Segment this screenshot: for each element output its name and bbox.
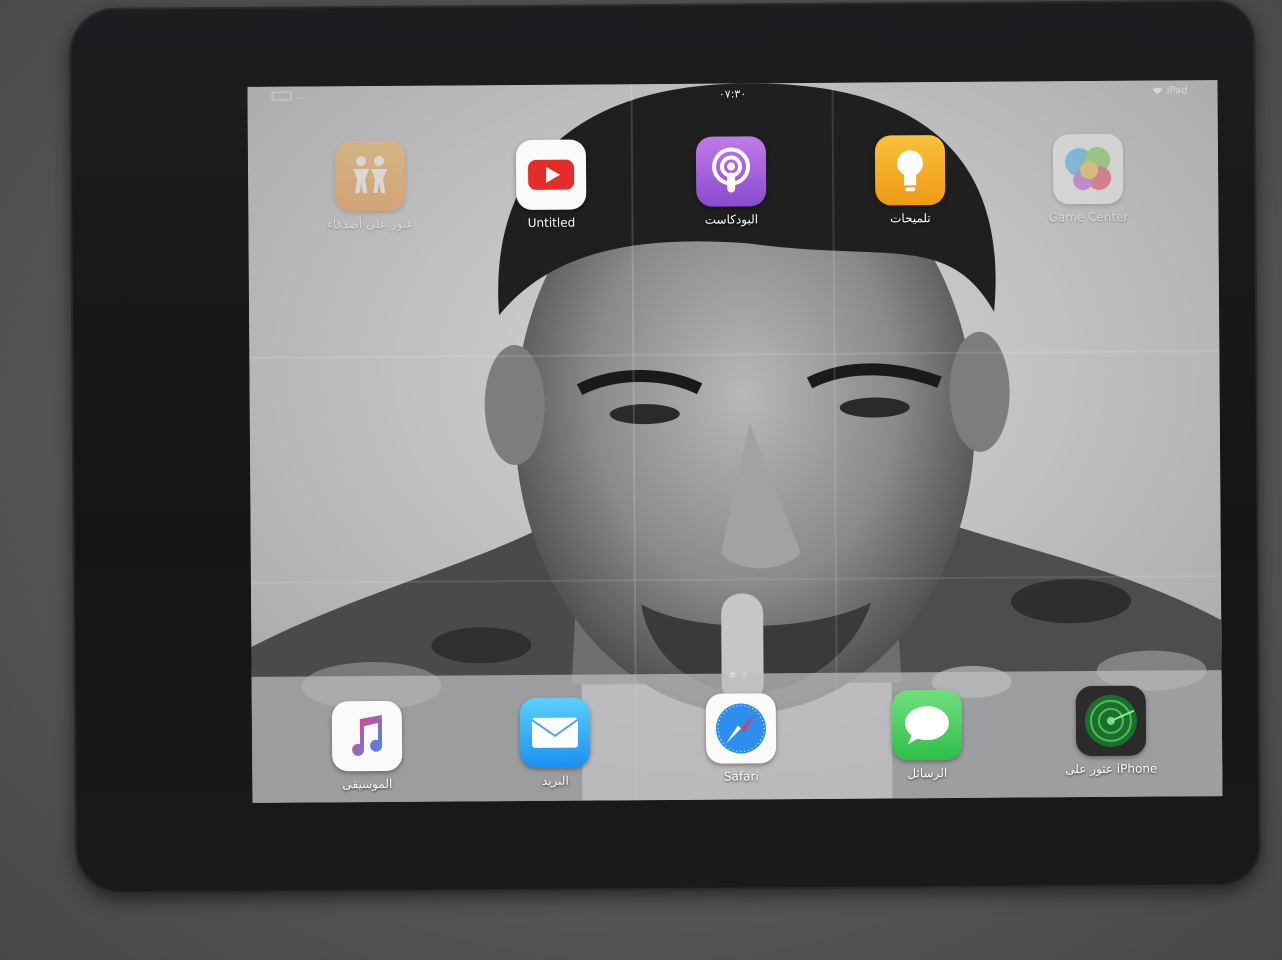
home-screen: … ٠٧:٣٠ iPad عثور على أصدقاء Untitled ال… [247, 80, 1223, 803]
people-icon [334, 140, 406, 212]
bubbles-icon [1052, 133, 1124, 205]
dock-app-messages[interactable]: الرسائل [867, 689, 988, 781]
status-time: ٠٧:٣٠ [718, 87, 747, 101]
app-label: عثور على أصدقاء [327, 216, 414, 232]
app-label: عثور على iPhone [1065, 761, 1158, 777]
lightbulb-icon [874, 135, 946, 206]
app-label: الرسائل [907, 766, 948, 781]
app-untitled[interactable]: Untitled [491, 139, 612, 230]
app-podcasts[interactable]: البودكاست [671, 136, 792, 227]
app-label: Untitled [527, 215, 576, 230]
youtube-play-icon [515, 139, 587, 211]
app-label: Game Center [1048, 209, 1129, 225]
envelope-icon [519, 697, 591, 769]
dock-app-music[interactable]: الموسيقى [307, 700, 428, 792]
app-find-friends[interactable]: عثور على أصدقاء [310, 140, 431, 232]
wifi-icon [1152, 87, 1163, 95]
app-label: البودكاست [704, 212, 759, 227]
ipad-device: … ٠٧:٣٠ iPad عثور على أصدقاء Untitled ال… [68, 0, 1262, 895]
speech-bubble-icon [891, 689, 963, 761]
app-label: Safari [723, 769, 759, 784]
radar-icon [1075, 685, 1147, 757]
app-label: البريد [541, 773, 569, 788]
compass-icon [705, 693, 777, 764]
app-game-center[interactable]: Game Center [1028, 133, 1149, 225]
dock-app-safari[interactable]: Safari [681, 693, 802, 784]
app-tips[interactable]: تلميحات [850, 135, 971, 226]
status-right: iPad [1152, 85, 1188, 97]
music-note-icon [331, 700, 403, 772]
app-label: تلميحات [890, 211, 931, 226]
podcast-icon [695, 136, 767, 207]
app-label: الموسيقى [342, 776, 393, 792]
dock-app-mail[interactable]: البريد [495, 697, 616, 788]
device-name: iPad [1166, 85, 1188, 97]
dock: الموسيقى البريد Safari الرسائل عثور على … [251, 670, 1223, 803]
dock-app-find-iphone[interactable]: عثور على iPhone [1051, 685, 1172, 776]
